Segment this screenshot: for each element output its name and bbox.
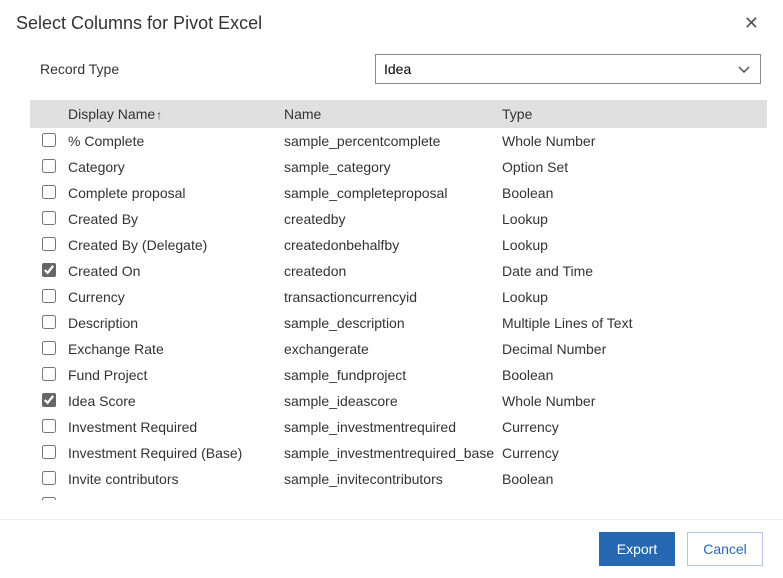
row-name: sample_category — [284, 159, 502, 175]
row-name: createdon — [284, 263, 502, 279]
row-display-name: Modified By — [62, 497, 284, 500]
row-display-name: Description — [62, 315, 284, 331]
row-name: sample_investmentrequired_base — [284, 445, 502, 461]
row-checkbox[interactable] — [42, 211, 56, 225]
row-display-name: Currency — [62, 289, 284, 305]
row-name: sample_completeproposal — [284, 185, 502, 201]
row-checkbox[interactable] — [42, 445, 56, 459]
row-checkbox[interactable] — [42, 367, 56, 381]
table-row[interactable]: Created By (Delegate)createdonbehalfbyLo… — [30, 232, 767, 258]
row-name: transactioncurrencyid — [284, 289, 502, 305]
row-display-name: Idea Score — [62, 393, 284, 409]
row-display-name: Category — [62, 159, 284, 175]
table-row[interactable]: Created OncreatedonDate and Time — [30, 258, 767, 284]
table-row[interactable]: Created BycreatedbyLookup — [30, 206, 767, 232]
row-name: sample_invitecontributors — [284, 471, 502, 487]
row-name: sample_description — [284, 315, 502, 331]
row-display-name: Investment Required (Base) — [62, 445, 284, 461]
grid-header: Display Name↑ Name Type — [30, 100, 767, 128]
row-type: Boolean — [502, 367, 767, 383]
row-display-name: % Complete — [62, 133, 284, 149]
row-display-name: Created On — [62, 263, 284, 279]
record-type-select[interactable]: Idea — [375, 54, 761, 84]
row-name: modifiedby — [284, 497, 502, 500]
row-type: Currency — [502, 445, 767, 461]
header-name[interactable]: Name — [284, 106, 502, 122]
row-type: Date and Time — [502, 263, 767, 279]
table-row[interactable]: Descriptionsample_descriptionMultiple Li… — [30, 310, 767, 336]
header-display-name[interactable]: Display Name↑ — [62, 106, 284, 122]
row-type: Option Set — [502, 159, 767, 175]
table-row[interactable]: Exchange RateexchangerateDecimal Number — [30, 336, 767, 362]
row-display-name: Created By (Delegate) — [62, 237, 284, 253]
row-checkbox[interactable] — [42, 185, 56, 199]
row-type: Currency — [502, 419, 767, 435]
row-type: Lookup — [502, 289, 767, 305]
row-display-name: Investment Required — [62, 419, 284, 435]
row-display-name: Created By — [62, 211, 284, 227]
table-row[interactable]: Idea Scoresample_ideascoreWhole Number — [30, 388, 767, 414]
close-button[interactable]: ✕ — [736, 10, 767, 36]
row-name: sample_ideascore — [284, 393, 502, 409]
table-row[interactable]: Investment Required (Base)sample_investm… — [30, 440, 767, 466]
row-display-name: Invite contributors — [62, 471, 284, 487]
row-checkbox[interactable] — [42, 419, 56, 433]
row-type: Lookup — [502, 237, 767, 253]
row-type: Boolean — [502, 471, 767, 487]
row-display-name: Exchange Rate — [62, 341, 284, 357]
row-display-name: Complete proposal — [62, 185, 284, 201]
row-checkbox[interactable] — [42, 471, 56, 485]
row-checkbox[interactable] — [42, 315, 56, 329]
record-type-label: Record Type — [40, 61, 375, 77]
row-checkbox[interactable] — [42, 237, 56, 251]
table-row[interactable]: CurrencytransactioncurrencyidLookup — [30, 284, 767, 310]
table-row[interactable]: Investment Requiredsample_investmentrequ… — [30, 414, 767, 440]
table-row[interactable]: Complete proposalsample_completeproposal… — [30, 180, 767, 206]
sort-ascending-icon: ↑ — [156, 108, 162, 122]
row-checkbox[interactable] — [42, 263, 56, 277]
row-display-name: Fund Project — [62, 367, 284, 383]
columns-grid: Display Name↑ Name Type % Completesample… — [30, 100, 767, 500]
row-name: sample_percentcomplete — [284, 133, 502, 149]
export-button[interactable]: Export — [599, 532, 675, 566]
cancel-button[interactable]: Cancel — [687, 532, 763, 566]
row-type: Lookup — [502, 497, 767, 500]
row-name: exchangerate — [284, 341, 502, 357]
grid-body[interactable]: % Completesample_percentcompleteWhole Nu… — [30, 128, 767, 500]
header-display-name-label: Display Name — [68, 106, 155, 122]
table-row[interactable]: Invite contributorssample_invitecontribu… — [30, 466, 767, 492]
row-checkbox[interactable] — [42, 497, 56, 501]
row-type: Boolean — [502, 185, 767, 201]
dialog-footer: Export Cancel — [0, 519, 783, 578]
row-checkbox[interactable] — [42, 289, 56, 303]
row-checkbox[interactable] — [42, 133, 56, 147]
row-checkbox[interactable] — [42, 393, 56, 407]
row-type: Whole Number — [502, 133, 767, 149]
row-name: createdonbehalfby — [284, 237, 502, 253]
row-name: sample_fundproject — [284, 367, 502, 383]
close-icon: ✕ — [744, 13, 759, 33]
row-type: Lookup — [502, 211, 767, 227]
row-type: Multiple Lines of Text — [502, 315, 767, 331]
row-checkbox[interactable] — [42, 341, 56, 355]
row-type: Decimal Number — [502, 341, 767, 357]
table-row[interactable]: % Completesample_percentcompleteWhole Nu… — [30, 128, 767, 154]
row-name: createdby — [284, 211, 502, 227]
row-name: sample_investmentrequired — [284, 419, 502, 435]
table-row[interactable]: Fund Projectsample_fundprojectBoolean — [30, 362, 767, 388]
header-type[interactable]: Type — [502, 106, 767, 122]
row-checkbox[interactable] — [42, 159, 56, 173]
table-row[interactable]: Categorysample_categoryOption Set — [30, 154, 767, 180]
dialog-title: Select Columns for Pivot Excel — [16, 13, 262, 34]
table-row[interactable]: Modified BymodifiedbyLookup — [30, 492, 767, 500]
row-type: Whole Number — [502, 393, 767, 409]
